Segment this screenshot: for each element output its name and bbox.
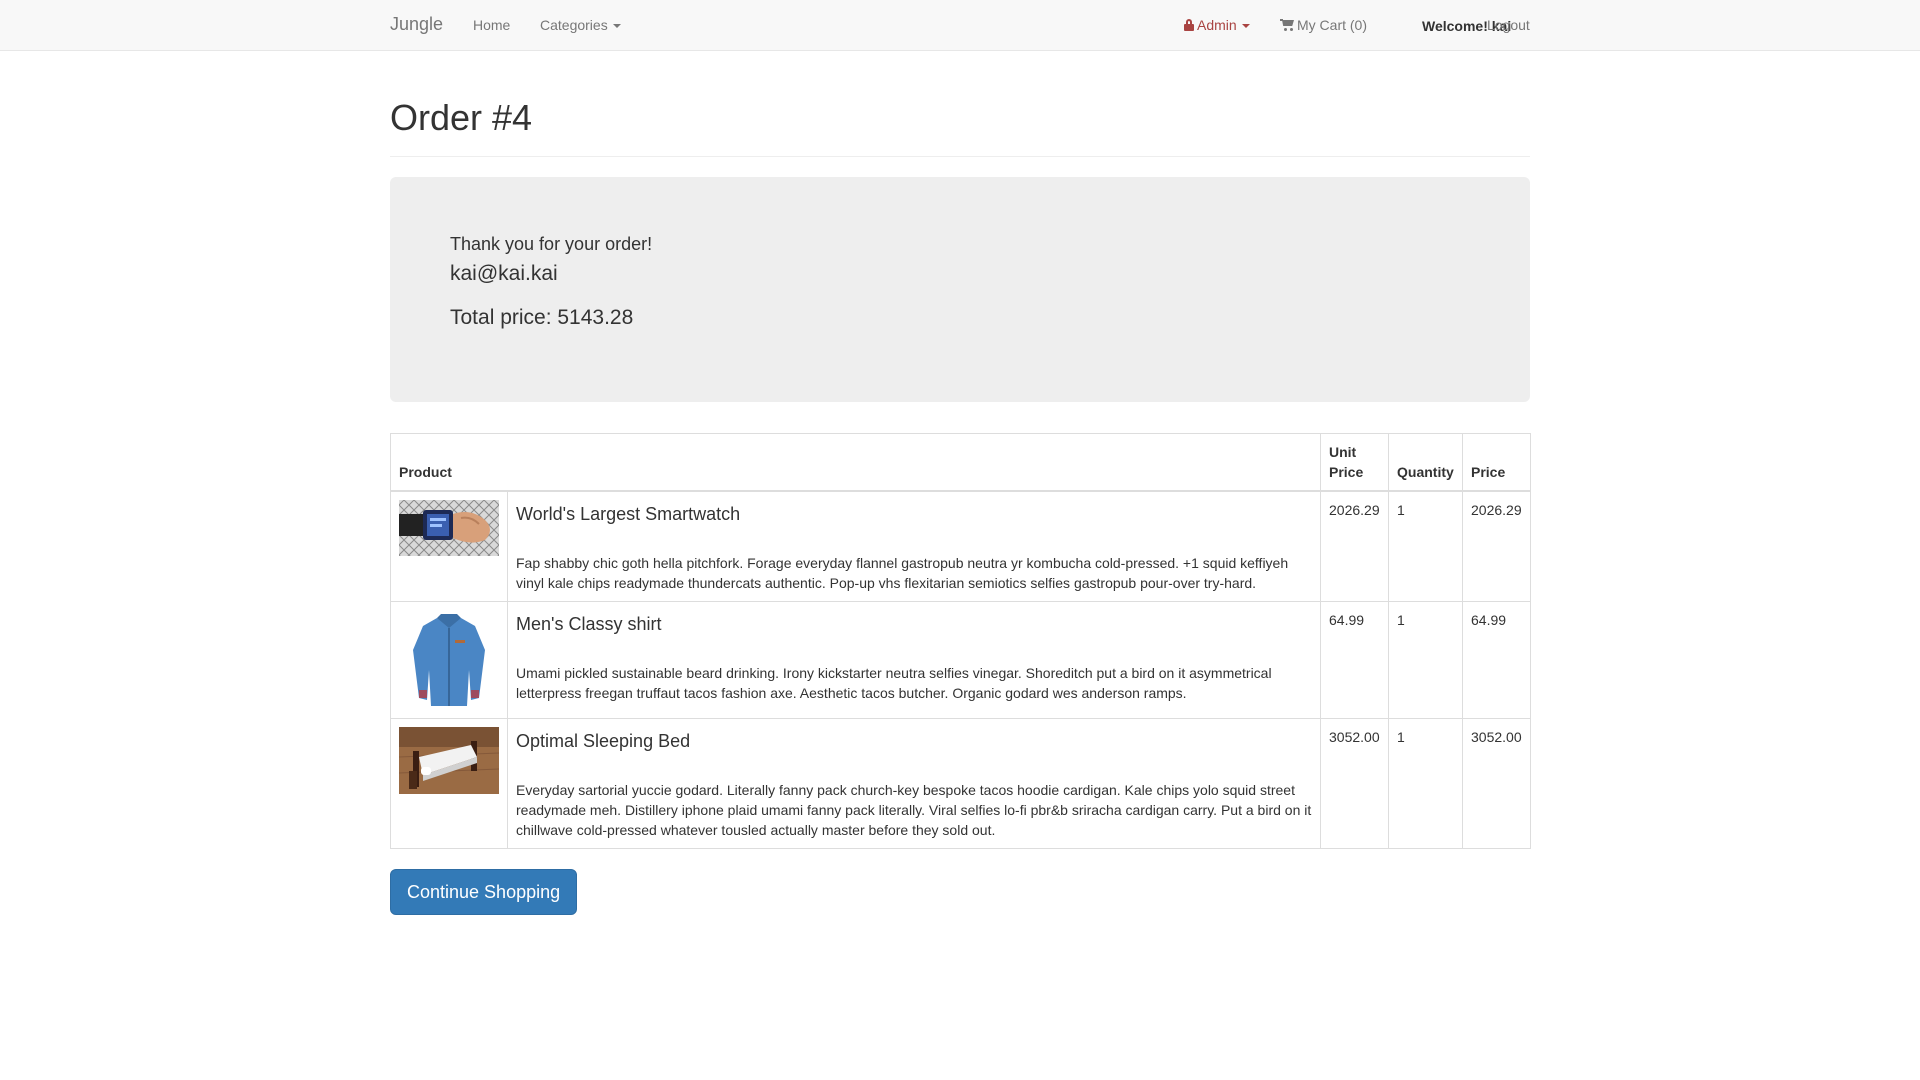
product-name: Men's Classy shirt bbox=[516, 614, 662, 634]
continue-shopping-button[interactable]: Continue Shopping bbox=[390, 869, 578, 915]
table-row: Men's Classy shirt Umami pickled sustain… bbox=[390, 601, 1531, 719]
product-image-cell bbox=[390, 490, 508, 602]
cart-link[interactable]: My Cart (0) bbox=[1280, 17, 1367, 33]
caret-down-icon bbox=[1241, 24, 1250, 29]
quantity-cell: 1 bbox=[1388, 490, 1463, 602]
categories-label: Categories bbox=[540, 17, 608, 33]
product-description: Umami pickled sustainable beard drinking… bbox=[516, 665, 1272, 701]
smartwatch-image bbox=[399, 500, 499, 556]
admin-label: Admin bbox=[1197, 17, 1237, 33]
order-summary: Thank you for your order! kai@kai.kai To… bbox=[390, 177, 1530, 402]
unit-price-cell: 2026.29 bbox=[1320, 490, 1389, 602]
order-email: kai@kai.kai bbox=[450, 262, 558, 285]
shirt-image bbox=[399, 610, 499, 710]
quantity-cell: 1 bbox=[1388, 718, 1463, 849]
product-name: World's Largest Smartwatch bbox=[516, 504, 741, 524]
table-header-row: Product Unit Price Quantity Price bbox=[390, 433, 1531, 492]
header-product: Product bbox=[390, 433, 1321, 492]
navbar-inner: Jungle Home Categories Admin My Cart (0)… bbox=[390, 0, 1530, 50]
header-unit-price: Unit Price bbox=[1320, 433, 1389, 492]
header-quantity: Quantity bbox=[1388, 433, 1463, 492]
header-price: Price bbox=[1462, 433, 1531, 492]
product-description: Everyday sartorial yuccie godard. Litera… bbox=[516, 782, 1312, 838]
brand-link[interactable]: Jungle bbox=[390, 14, 443, 35]
categories-dropdown[interactable]: Categories bbox=[540, 17, 621, 33]
price-cell: 2026.29 bbox=[1462, 490, 1531, 602]
unit-price-cell: 64.99 bbox=[1320, 601, 1389, 719]
product-image-cell bbox=[390, 601, 508, 719]
lock-icon bbox=[1184, 19, 1194, 31]
product-info-cell: World's Largest Smartwatch Fap shabby ch… bbox=[507, 490, 1321, 602]
product-name: Optimal Sleeping Bed bbox=[516, 731, 691, 751]
page-header: Order #4 bbox=[390, 98, 1530, 157]
admin-dropdown[interactable]: Admin bbox=[1184, 17, 1250, 33]
bed-image bbox=[399, 727, 499, 794]
product-info-cell: Men's Classy shirt Umami pickled sustain… bbox=[507, 601, 1321, 719]
caret-down-icon bbox=[612, 24, 621, 29]
navbar: Jungle Home Categories Admin My Cart (0)… bbox=[0, 0, 1920, 51]
order-total: Total price: 5143.28 bbox=[450, 306, 634, 329]
product-image-cell bbox=[390, 718, 508, 849]
table-row: Optimal Sleeping Bed Everyday sartorial … bbox=[390, 718, 1531, 849]
unit-price-cell: 3052.00 bbox=[1320, 718, 1389, 849]
price-cell: 3052.00 bbox=[1462, 718, 1531, 849]
home-link[interactable]: Home bbox=[473, 17, 510, 33]
logout-link[interactable]: Logout bbox=[1487, 17, 1530, 33]
order-items-table: Product Unit Price Quantity Price World'… bbox=[390, 433, 1531, 849]
product-description: Fap shabby chic goth hella pitchfork. Fo… bbox=[516, 555, 1289, 591]
cart-label: My Cart (0) bbox=[1297, 17, 1367, 33]
page-title: Order #4 bbox=[390, 97, 533, 138]
product-info-cell: Optimal Sleeping Bed Everyday sartorial … bbox=[507, 718, 1321, 849]
quantity-cell: 1 bbox=[1388, 601, 1463, 719]
table-row: World's Largest Smartwatch Fap shabby ch… bbox=[390, 490, 1531, 602]
main-container: Order #4 Thank you for your order! kai@k… bbox=[390, 51, 1531, 915]
cart-icon bbox=[1280, 19, 1294, 31]
thank-you-message: Thank you for your order! bbox=[450, 234, 653, 254]
price-cell: 64.99 bbox=[1462, 601, 1531, 719]
